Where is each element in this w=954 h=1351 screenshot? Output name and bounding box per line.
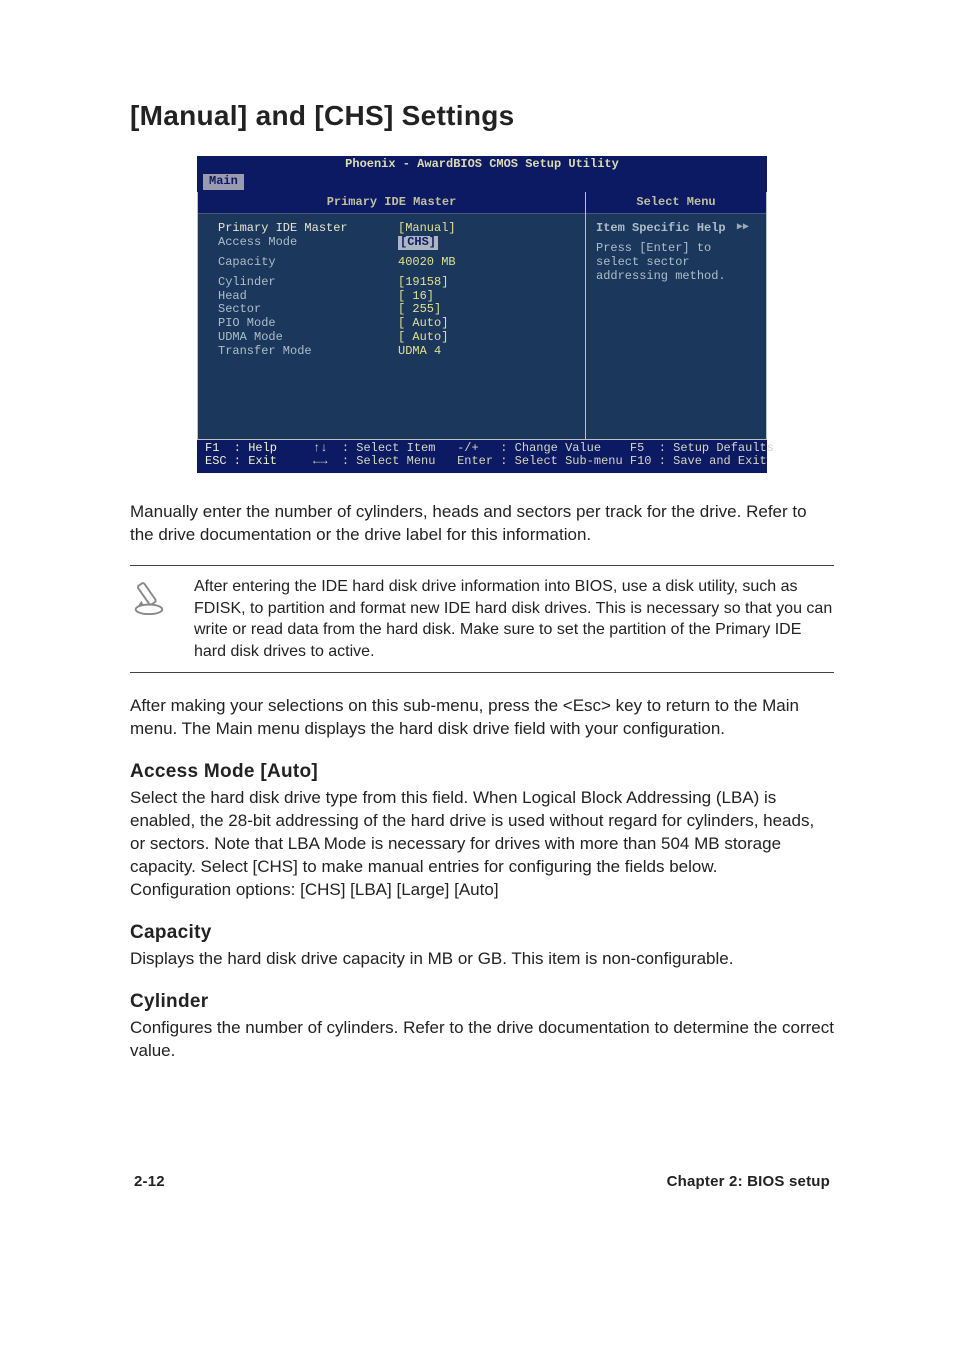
bios-field-udma-mode[interactable]: UDMA Mode [ Auto] bbox=[218, 331, 575, 345]
bios-left-pane-title: Primary IDE Master bbox=[198, 192, 585, 215]
bios-field-access-mode[interactable]: Access Mode [CHS] bbox=[218, 236, 575, 250]
section-heading-access-mode: Access Mode [Auto] bbox=[130, 761, 834, 783]
field-label: Primary IDE Master bbox=[218, 222, 398, 236]
bios-field-sector[interactable]: Sector [ 255] bbox=[218, 303, 575, 317]
page-title: [Manual] and [CHS] Settings bbox=[130, 100, 834, 132]
paragraph: Configures the number of cylinders. Refe… bbox=[130, 1017, 834, 1063]
double-arrow-right-icon: ▶▶ bbox=[737, 222, 749, 234]
bios-help-text-line: addressing method. bbox=[596, 270, 756, 284]
note-text: After entering the IDE hard disk drive i… bbox=[194, 576, 834, 662]
note-block: After entering the IDE hard disk drive i… bbox=[130, 565, 834, 673]
field-value: [19158] bbox=[398, 276, 448, 290]
field-label: Head bbox=[218, 290, 398, 304]
bios-field-cylinder[interactable]: Cylinder [19158] bbox=[218, 276, 575, 290]
paragraph: Manually enter the number of cylinders, … bbox=[130, 501, 834, 547]
pencil-note-icon bbox=[130, 576, 172, 662]
paragraph: Select the hard disk drive type from thi… bbox=[130, 787, 834, 902]
bios-tab-main[interactable]: Main bbox=[203, 174, 244, 190]
footer-key: F1 : Help bbox=[205, 441, 277, 455]
bios-right-pane-title: Select Menu bbox=[586, 192, 766, 215]
footer-key: -/+ : Change Value bbox=[457, 441, 601, 455]
paragraph: After making your selections on this sub… bbox=[130, 695, 834, 741]
field-value: [ 255] bbox=[398, 303, 441, 317]
footer-key: ↑↓ : Select Item bbox=[313, 441, 435, 455]
field-label: Sector bbox=[218, 303, 398, 317]
field-label: Cylinder bbox=[218, 276, 398, 290]
document-page: [Manual] and [CHS] Settings Phoenix - Aw… bbox=[0, 0, 954, 1250]
field-value: [Manual] bbox=[398, 222, 456, 236]
field-label: Capacity bbox=[218, 256, 398, 270]
footer-key: Enter : Select Sub-menu bbox=[457, 454, 623, 468]
field-value: UDMA 4 bbox=[398, 345, 441, 359]
bios-field-pio-mode[interactable]: PIO Mode [ Auto] bbox=[218, 317, 575, 331]
page-footer: 2-12 Chapter 2: BIOS setup bbox=[130, 1173, 834, 1190]
footer-key: ESC : Exit bbox=[205, 454, 277, 468]
field-label: Transfer Mode bbox=[218, 345, 398, 359]
footer-key: F5 : Setup Defaults bbox=[630, 441, 774, 455]
bios-field-head[interactable]: Head [ 16] bbox=[218, 290, 575, 304]
bios-field-primary-ide-master[interactable]: Primary IDE Master [Manual] bbox=[218, 222, 575, 236]
footer-key: ←→ : Select Menu bbox=[313, 454, 435, 468]
section-heading-cylinder: Cylinder bbox=[130, 991, 834, 1013]
page-number: 2-12 bbox=[134, 1173, 165, 1190]
bios-screenshot: Phoenix - AwardBIOS CMOS Setup Utility M… bbox=[197, 156, 767, 473]
bios-help-heading: Item Specific Help ▶▶ bbox=[596, 222, 756, 236]
bios-right-pane: Select Menu Item Specific Help ▶▶ Press … bbox=[586, 192, 766, 439]
field-value: [ Auto] bbox=[398, 331, 448, 345]
bios-left-pane: Primary IDE Master Primary IDE Master [M… bbox=[198, 192, 586, 439]
chapter-title: Chapter 2: BIOS setup bbox=[667, 1173, 830, 1190]
field-value: [ 16] bbox=[398, 290, 434, 304]
bios-help-text-line: select sector bbox=[596, 256, 756, 270]
bios-help-text-line: Press [Enter] to bbox=[596, 242, 756, 256]
field-label: Access Mode bbox=[218, 236, 398, 250]
field-value: 40020 MB bbox=[398, 256, 456, 270]
field-label: UDMA Mode bbox=[218, 331, 398, 345]
bios-field-transfer-mode: Transfer Mode UDMA 4 bbox=[218, 345, 575, 359]
field-value-selected: [CHS] bbox=[398, 236, 438, 250]
bios-field-capacity: Capacity 40020 MB bbox=[218, 256, 575, 270]
field-label: PIO Mode bbox=[218, 317, 398, 331]
bios-tab-bar: Main bbox=[197, 172, 767, 192]
bios-footer-keys: F1 : Help ↑↓ : Select Item -/+ : Change … bbox=[197, 440, 767, 474]
field-value: [ Auto] bbox=[398, 317, 448, 331]
section-heading-capacity: Capacity bbox=[130, 922, 834, 944]
bios-title-bar: Phoenix - AwardBIOS CMOS Setup Utility bbox=[197, 156, 767, 172]
footer-key: F10 : Save and Exit bbox=[630, 454, 767, 468]
paragraph: Displays the hard disk drive capacity in… bbox=[130, 948, 834, 971]
help-heading-text: Item Specific Help bbox=[596, 221, 726, 235]
